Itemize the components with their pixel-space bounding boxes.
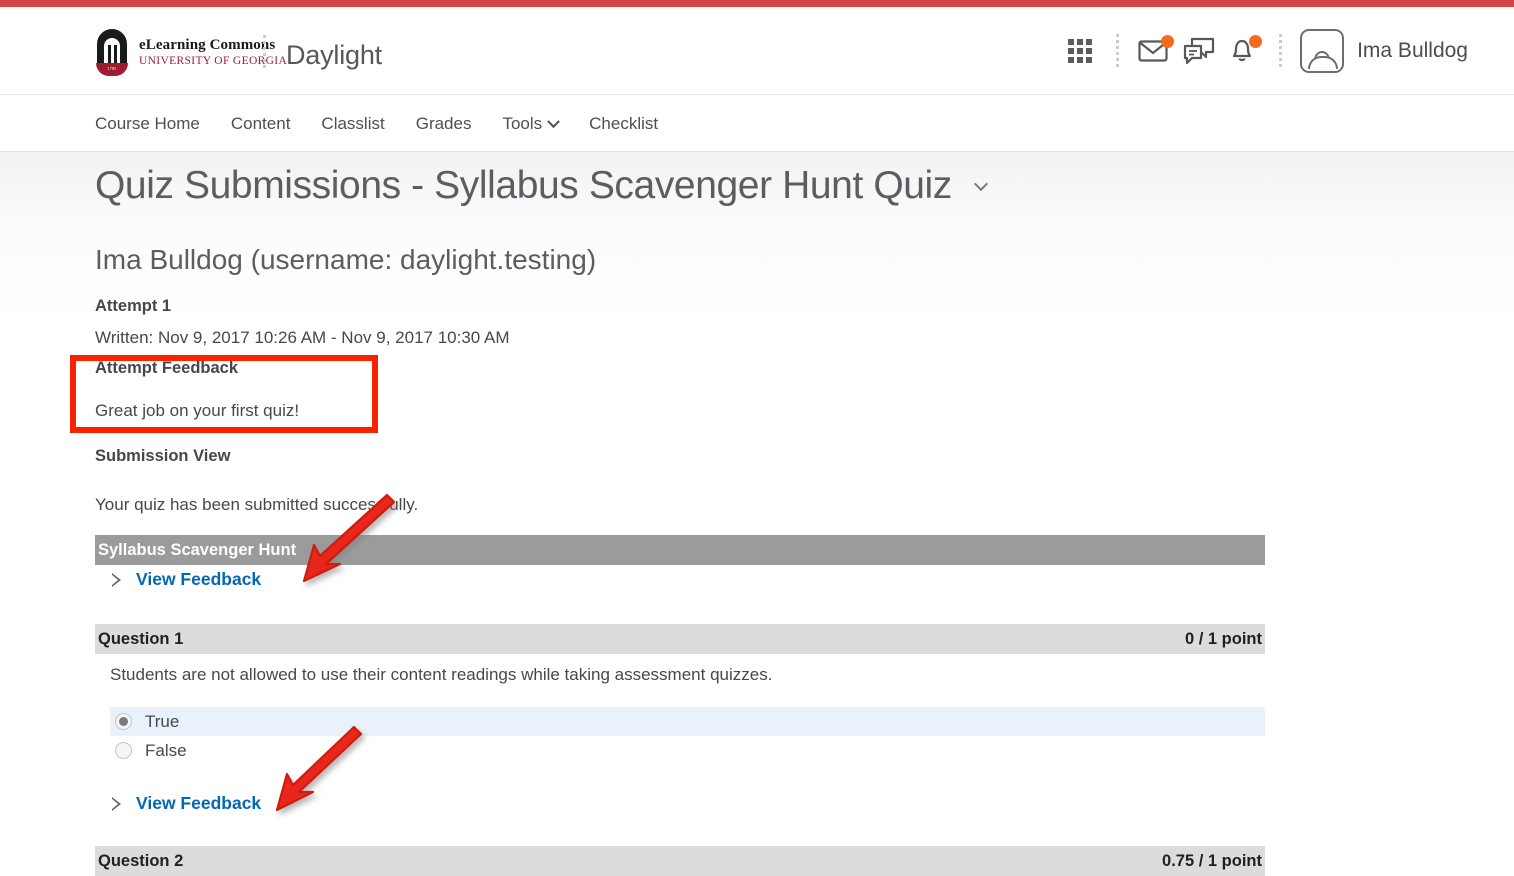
- nav-label: Content: [230, 114, 291, 133]
- header-icon-group: Ima Bulldog: [1058, 7, 1514, 95]
- option-label: False: [145, 740, 187, 760]
- nav-label: Tools: [502, 114, 543, 133]
- page-title: Quiz Submissions - Syllabus Scavenger Hu…: [95, 164, 988, 208]
- notification-bell-icon[interactable]: [1221, 29, 1265, 73]
- question-1-view-feedback-toggle[interactable]: View Feedback: [112, 793, 261, 814]
- main-content: Quiz Submissions - Syllabus Scavenger Hu…: [0, 152, 1514, 876]
- quiz-title-bar: Syllabus Scavenger Hunt: [95, 535, 1265, 565]
- header-divider-1: [1116, 34, 1120, 68]
- page-title-text: Quiz Submissions - Syllabus Scavenger Hu…: [95, 164, 952, 207]
- expand-triangle-icon: [112, 796, 121, 811]
- radio-selected-icon[interactable]: [115, 713, 132, 730]
- question-name: Question 2: [98, 851, 184, 870]
- brand-divider: [263, 35, 266, 71]
- nav-label: Classlist: [321, 114, 385, 133]
- submission-view-text: Your quiz has been submitted successfull…: [95, 495, 419, 514]
- nav-item-classlist[interactable]: Classlist: [321, 114, 384, 134]
- attempt-timestamps: Written: Nov 9, 2017 10:26 AM - Nov 9, 2…: [95, 328, 510, 347]
- nav-item-grades[interactable]: Grades: [416, 114, 472, 134]
- question-1-text: Students are not allowed to use their co…: [110, 665, 773, 684]
- nav-item-course-home[interactable]: Course Home: [95, 114, 200, 134]
- seal-year: 1785: [107, 66, 117, 71]
- attempt-feedback-text: Great job on your first quiz!: [95, 401, 300, 420]
- nav-item-checklist[interactable]: Checklist: [589, 114, 658, 134]
- user-name-label[interactable]: Ima Bulldog: [1357, 39, 1468, 63]
- nav-label: Grades: [415, 114, 472, 133]
- question-1-option-false[interactable]: False: [110, 736, 1265, 765]
- nav-label: Course Home: [95, 114, 200, 133]
- nav-item-content[interactable]: Content: [231, 114, 291, 134]
- expand-triangle-icon: [112, 572, 121, 587]
- brand-block[interactable]: 1785 eLearning Commons UNIVERSITY OF GEO…: [95, 29, 287, 77]
- uga-arch-logo-icon: 1785: [95, 29, 129, 77]
- attempt-heading: Attempt 1: [95, 297, 172, 315]
- question-points: 0.75 / 1 point: [1162, 851, 1262, 870]
- submission-view-heading: Submission View: [95, 447, 231, 465]
- nav-item-tools[interactable]: Tools: [502, 114, 561, 134]
- top-accent-bar: [0, 0, 1514, 7]
- quiz-view-feedback-toggle[interactable]: View Feedback: [112, 569, 261, 590]
- question-points: 0 / 1 point: [1184, 629, 1262, 648]
- question-1-header: Question 1 0 / 1 point: [95, 624, 1265, 654]
- app-title[interactable]: Daylight: [286, 40, 382, 71]
- header-divider-2: [1279, 34, 1283, 68]
- chevron-down-icon: [547, 114, 561, 128]
- quiz-title-text: Syllabus Scavenger Hunt: [98, 540, 297, 559]
- waffle-menu-icon[interactable]: [1058, 29, 1102, 73]
- app-header: 1785 eLearning Commons UNIVERSITY OF GEO…: [0, 7, 1514, 95]
- message-envelope-icon[interactable]: [1133, 29, 1177, 73]
- user-avatar-icon[interactable]: [1300, 29, 1345, 73]
- question-2-header: Question 2 0.75 / 1 point: [95, 846, 1265, 876]
- navbar-items: Course Home Content Classlist Grades Too…: [95, 96, 658, 152]
- question-name: Question 1: [98, 629, 184, 648]
- radio-unselected-icon[interactable]: [115, 742, 132, 759]
- view-feedback-label: View Feedback: [136, 793, 262, 813]
- question-1-option-true[interactable]: True: [110, 707, 1265, 736]
- attempt-feedback-heading: Attempt Feedback: [95, 359, 239, 377]
- chat-bubbles-icon[interactable]: [1177, 29, 1221, 73]
- chevron-down-icon[interactable]: [973, 176, 988, 192]
- page-root: 1785 eLearning Commons UNIVERSITY OF GEO…: [0, 0, 1514, 876]
- student-identity: Ima Bulldog (username: daylight.testing): [95, 244, 597, 275]
- course-navbar: Course Home Content Classlist Grades Too…: [0, 96, 1514, 152]
- option-label: True: [145, 711, 180, 731]
- notification-badge: [1249, 35, 1263, 48]
- nav-label: Checklist: [589, 114, 659, 133]
- message-badge: [1161, 35, 1175, 48]
- view-feedback-label: View Feedback: [136, 569, 262, 589]
